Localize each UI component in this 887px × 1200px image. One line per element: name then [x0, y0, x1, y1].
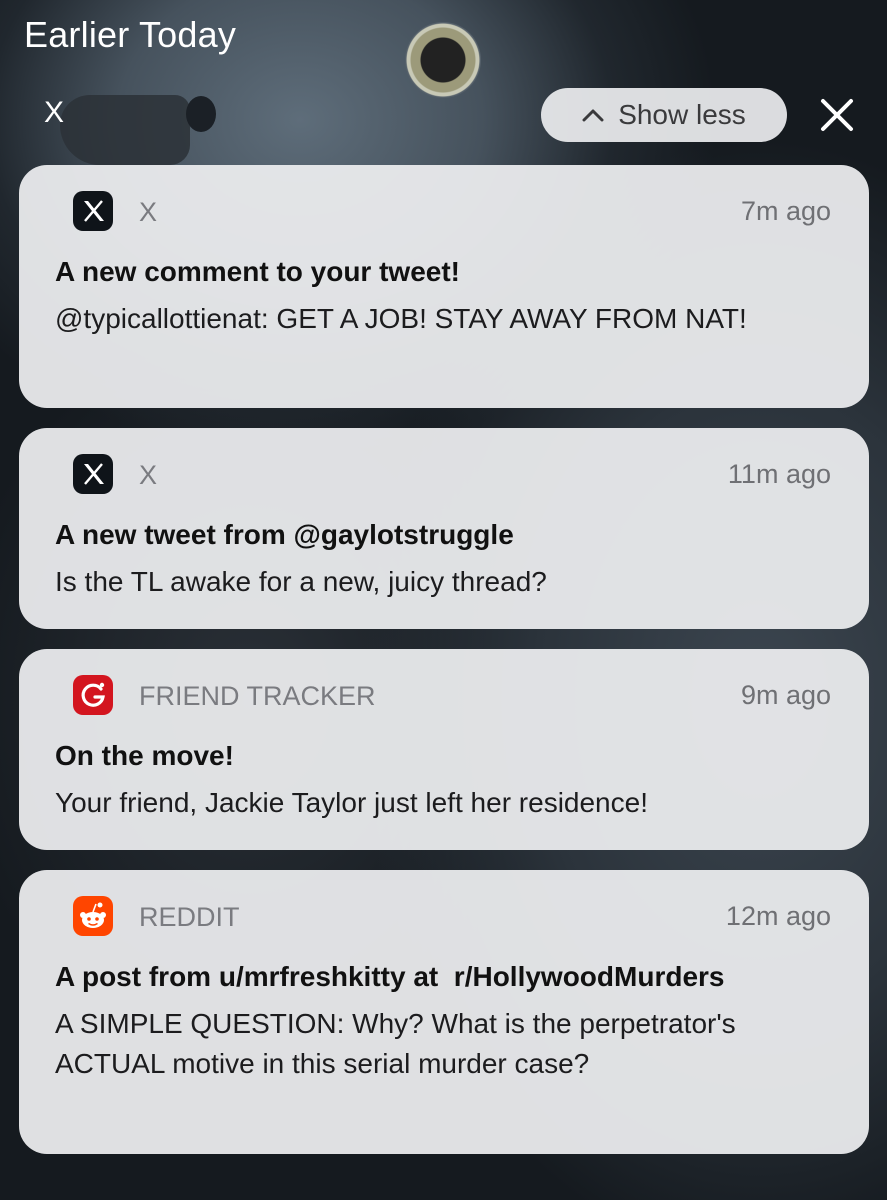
wallpaper-eye: [405, 22, 481, 98]
notification-body: A SIMPLE QUESTION: Why? What is the perp…: [55, 1008, 736, 1079]
notification-card[interactable]: X 11m ago A new tweet from @gaylotstrugg…: [19, 428, 869, 629]
x-logo-icon: [73, 454, 113, 494]
wallpaper-nostril: [186, 96, 216, 132]
notification-body: Is the TL awake for a new, juicy thread?: [55, 566, 547, 597]
app-name: X: [139, 197, 158, 227]
close-icon[interactable]: [818, 96, 856, 134]
chevron-up-icon: [582, 109, 604, 122]
notification-card[interactable]: X 7m ago A new comment to your tweet! @t…: [19, 165, 869, 408]
wallpaper-beak: [60, 95, 190, 165]
friend-tracker-icon: [73, 675, 113, 715]
notification-card[interactable]: FRIEND TRACKER 9m ago On the move! Your …: [19, 649, 869, 850]
app-name: FRIEND TRACKER: [139, 681, 376, 711]
timestamp: 7m ago: [740, 196, 831, 226]
notification-title: On the move!: [55, 740, 234, 771]
notification-body: @typicallottienat: GET A JOB! STAY AWAY …: [55, 303, 747, 334]
clear-all-button[interactable]: X: [44, 96, 64, 130]
notification-card[interactable]: REDDIT 12m ago A post from u/mrfreshkitt…: [19, 870, 869, 1154]
show-less-button[interactable]: Show less: [541, 88, 787, 142]
x-logo-icon: [73, 191, 113, 231]
notification-title: A post from u/mrfreshkitty at r/Hollywoo…: [55, 961, 725, 992]
notification-title: A new tweet from @gaylotstruggle: [55, 519, 514, 550]
notification-title: A new comment to your tweet!: [55, 256, 461, 287]
timestamp: 11m ago: [727, 459, 831, 489]
show-less-label: Show less: [618, 99, 746, 130]
section-title: Earlier Today: [24, 14, 237, 55]
timestamp: 9m ago: [740, 680, 831, 710]
reddit-icon: [73, 896, 113, 936]
notification-body: Your friend, Jackie Taylor just left her…: [55, 787, 648, 818]
app-name: REDDIT: [139, 902, 240, 932]
app-name: X: [139, 460, 158, 490]
timestamp: 12m ago: [725, 901, 831, 931]
